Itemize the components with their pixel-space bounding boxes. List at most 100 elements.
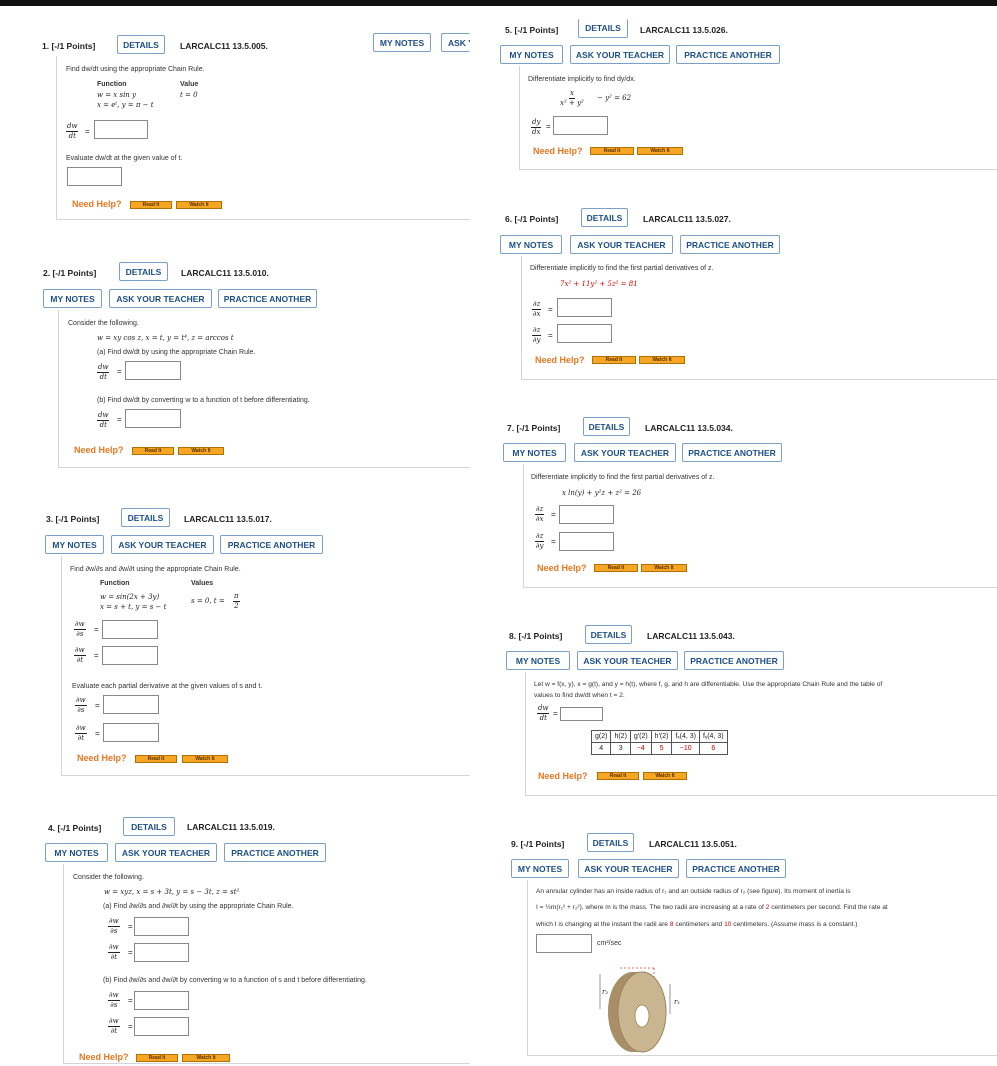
q8-answer-input[interactable] [560,707,603,721]
details-button[interactable]: DETAILS [117,35,165,54]
details-button[interactable]: DETAILS [583,417,630,436]
practice-another-button[interactable]: PRACTICE ANOTHER [220,535,323,554]
ask-teacher-button[interactable]: ASK YOUR TEACHER [577,651,678,670]
watch-it-button[interactable]: Watch It [182,755,228,763]
ask-teacher-button[interactable]: ASK YOUR TEACHER [574,443,676,462]
equals-sign: = [551,510,556,519]
practice-another-button[interactable]: PRACTICE ANOTHER [224,843,326,862]
details-button[interactable]: DETAILS [585,625,632,644]
q1-title: 1. [-/1 Points] [42,41,96,51]
practice-another-button[interactable]: PRACTICE ANOTHER [676,45,780,64]
watch-it-button[interactable]: Watch It [178,447,224,455]
q1-answer-input[interactable] [94,120,148,139]
equals-sign: = [128,922,133,931]
ask-teacher-button[interactable]: ASK YOUR TEACHER [111,535,214,554]
ask-teacher-button[interactable]: ASK YOUR TEACHER [115,843,217,862]
q1-prompt: Find dw/dt using the appropriate Chain R… [66,66,205,73]
q1-code: LARCALC11 13.5.005. [180,41,268,51]
practice-another-button[interactable]: PRACTICE ANOTHER [684,651,784,670]
need-help-label: Need Help? [79,1052,129,1062]
q7-dz-dx-input[interactable] [559,505,614,524]
q6-dz-dx-input[interactable] [557,298,612,317]
q2-equation: w = xy cos z, x = t, y = t⁴, z = arccos … [97,334,234,342]
equals-sign: = [117,415,122,424]
details-button[interactable]: DETAILS [578,19,628,38]
my-notes-button[interactable]: MY NOTES [511,859,569,878]
q3-code: LARCALC11 13.5.017. [184,514,272,524]
my-notes-button[interactable]: MY NOTES [45,535,104,554]
my-notes-button[interactable]: MY NOTES [43,289,102,308]
details-button[interactable]: DETAILS [119,262,168,281]
ask-teacher-button[interactable]: ASK YOUR TEACHER [570,235,673,254]
q9-code: LARCALC11 13.5.051. [649,839,737,849]
practice-another-button[interactable]: PRACTICE ANOTHER [686,859,786,878]
q3-values-header: Values [191,580,214,587]
my-notes-button[interactable]: MY NOTES [45,843,108,862]
q3-values: s = 0, t = [191,597,225,605]
q1-value: t = 0 [180,91,198,99]
my-notes-button[interactable]: MY NOTES [506,651,570,670]
watch-it-button[interactable]: Watch It [643,772,687,780]
q3-dw-ds-input[interactable] [102,620,158,639]
practice-another-button[interactable]: PRACTICE ANOTHER [682,443,782,462]
ask-teacher-button[interactable]: ASK YOUR TEACHER [109,289,212,308]
read-it-button[interactable]: Read It [132,447,174,455]
watch-it-button[interactable]: Watch It [182,1054,230,1062]
q5-answer-input[interactable] [553,116,608,135]
details-button[interactable]: DETAILS [587,833,634,852]
q7-dz-dy-input[interactable] [559,532,614,551]
q2-a-answer-input[interactable] [125,361,181,380]
my-notes-button[interactable]: MY NOTES [503,443,566,462]
q4-a-dw-dt-input[interactable] [134,943,189,962]
q4-part-a: (a) Find ∂w/∂s and ∂w/∂t by using the ap… [103,903,294,910]
q1-evaluate-input[interactable] [67,167,122,186]
equals-sign: = [548,331,553,340]
my-notes-button[interactable]: MY NOTES [500,45,563,64]
read-it-button[interactable]: Read It [590,147,634,155]
q3-eval-dw-dt-label: ∂w ∂t [75,724,87,742]
read-it-button[interactable]: Read It [135,755,177,763]
need-help-label: Need Help? [537,563,587,573]
q3-eval-dw-ds-input[interactable] [103,695,159,714]
details-button[interactable]: DETAILS [581,208,628,227]
q3-dw-dt-input[interactable] [102,646,158,665]
equals-sign: = [95,701,100,710]
watch-it-button[interactable]: Watch It [176,201,222,209]
q9-answer-input[interactable] [536,934,592,953]
ask-teacher-button[interactable]: ASK YOUR TEACHER [578,859,679,878]
q3-eval-dw-dt-input[interactable] [103,723,159,742]
read-it-button[interactable]: Read It [592,356,636,364]
ask-teacher-button[interactable]: ASK YOUR TEACHER [570,45,670,64]
q3-t-fraction: π2 [233,592,240,610]
ask-teacher-button[interactable]: ASK Y [441,33,470,52]
table-header: fᵧ(4, 3) [699,730,728,743]
q6-dz-dy-input[interactable] [557,324,612,343]
equals-sign: = [553,709,558,718]
practice-another-button[interactable]: PRACTICE ANOTHER [218,289,317,308]
read-it-button[interactable]: Read It [136,1054,178,1062]
q2-b-answer-input[interactable] [125,409,181,428]
read-it-button[interactable]: Read It [594,564,638,572]
table-header: h(2) [610,730,631,743]
watch-it-button[interactable]: Watch It [637,147,683,155]
table-header-row: g(2) h(2) g′(2) h′(2) fₓ(4, 3) fᵧ(4, 3) [590,730,728,743]
my-notes-button[interactable]: MY NOTES [500,235,562,254]
read-it-button[interactable]: Read It [130,201,172,209]
q4-a-dw-ds-input[interactable] [134,917,189,936]
details-button[interactable]: DETAILS [121,508,170,527]
details-button[interactable]: DETAILS [123,817,175,836]
read-it-button[interactable]: Read It [597,772,639,780]
q4-b-dw-dt-input[interactable] [134,1017,189,1036]
q4-b-dw-ds-input[interactable] [134,991,189,1010]
watch-it-button[interactable]: Watch It [641,564,687,572]
q5-code: LARCALC11 13.5.026. [640,25,728,35]
practice-another-button[interactable]: PRACTICE ANOTHER [680,235,780,254]
equals-sign: = [94,625,99,634]
top-bar [0,0,997,6]
q1-derivative-label: dw dt [66,122,79,140]
q9-title: 9. [-/1 Points] [511,839,565,849]
q3-function-2: x = s + t, y = s − t [100,603,167,611]
my-notes-button[interactable]: MY NOTES [373,33,431,52]
equals-sign: = [95,729,100,738]
watch-it-button[interactable]: Watch It [639,356,685,364]
